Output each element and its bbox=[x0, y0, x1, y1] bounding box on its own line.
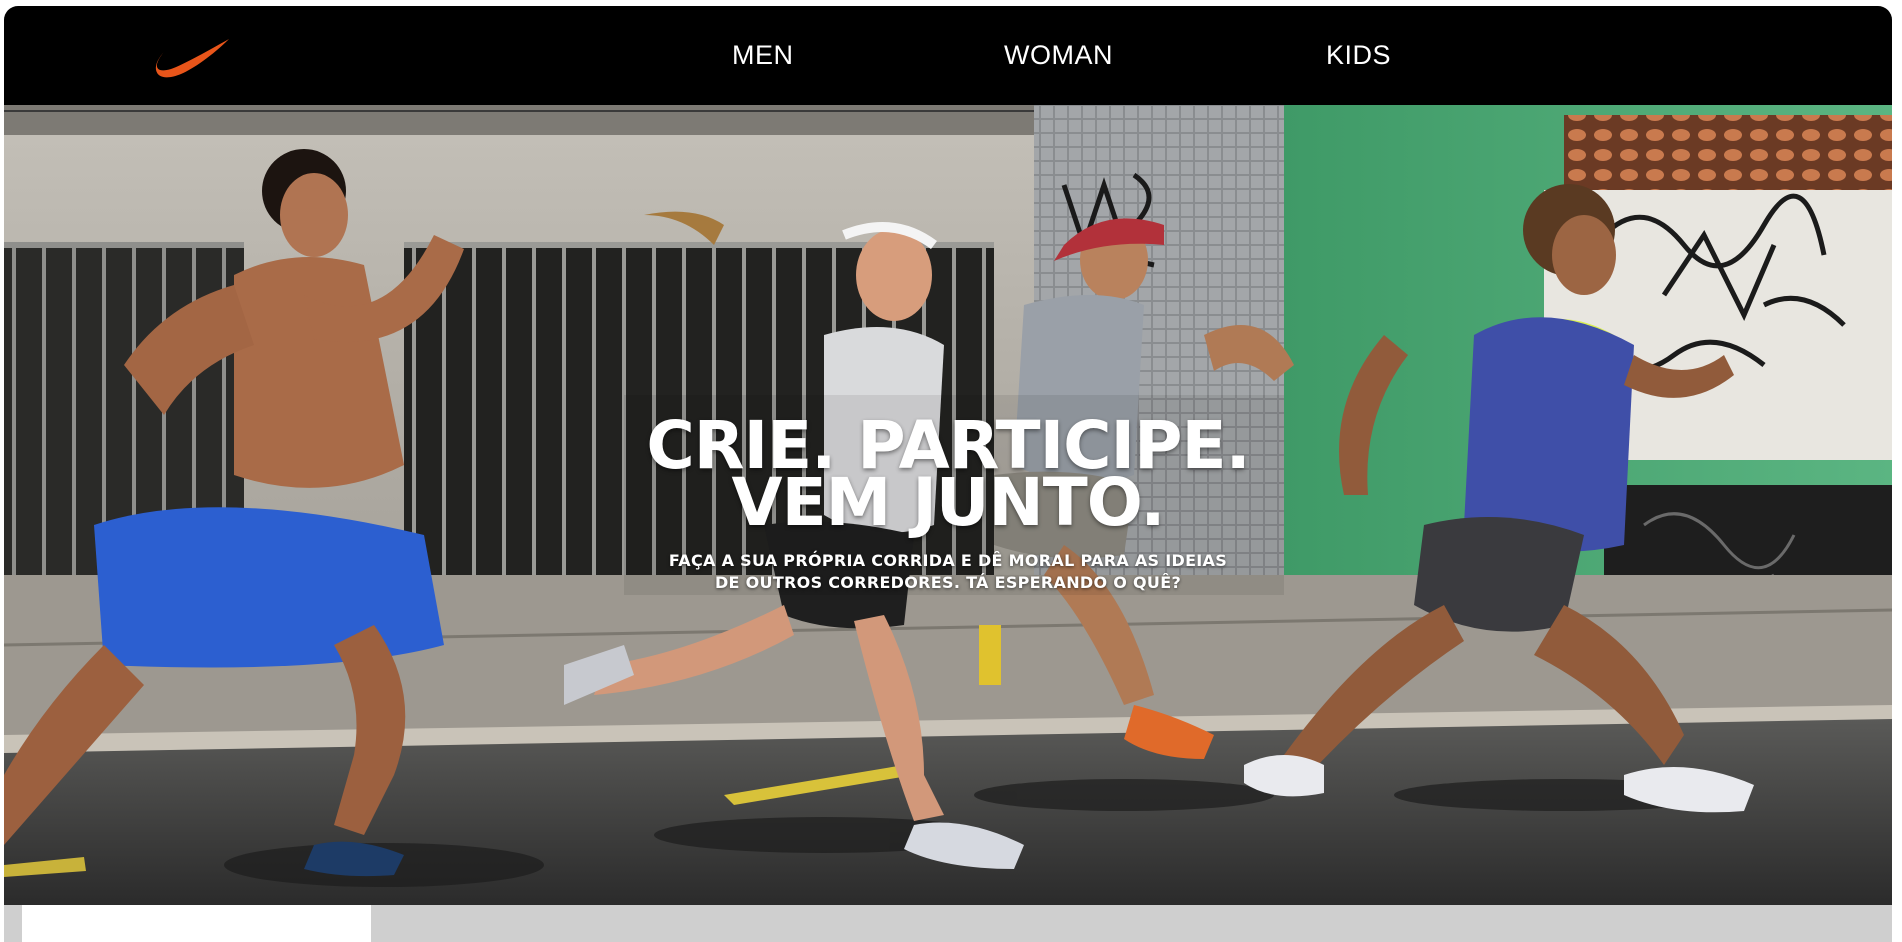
hero-banner: CRIE. PARTICIPE. VEM JUNTO. FAÇA A SUA P… bbox=[4, 105, 1892, 905]
bottom-strip bbox=[4, 905, 1892, 942]
hero-photo bbox=[4, 105, 1892, 905]
nav-link-men[interactable]: MEN bbox=[732, 42, 794, 69]
hero-tagline-line2: DE OUTROS CORREDORES. TÁ ESPERANDO O QUÊ… bbox=[714, 573, 1182, 592]
browser-viewport: MEN WOMAN KIDS CRIE. PARTICIPE. VEM JUNT… bbox=[4, 6, 1892, 942]
bottom-tab[interactable] bbox=[22, 905, 371, 942]
top-navbar: MEN WOMAN KIDS bbox=[4, 6, 1892, 105]
nav-link-woman[interactable]: WOMAN bbox=[1004, 42, 1113, 69]
nav-link-kids[interactable]: KIDS bbox=[1326, 42, 1391, 69]
swoosh-icon[interactable] bbox=[153, 37, 231, 81]
hero-tagline-line1: FAÇA A SUA PRÓPRIA CORRIDA E DÊ MORAL PA… bbox=[668, 551, 1228, 570]
